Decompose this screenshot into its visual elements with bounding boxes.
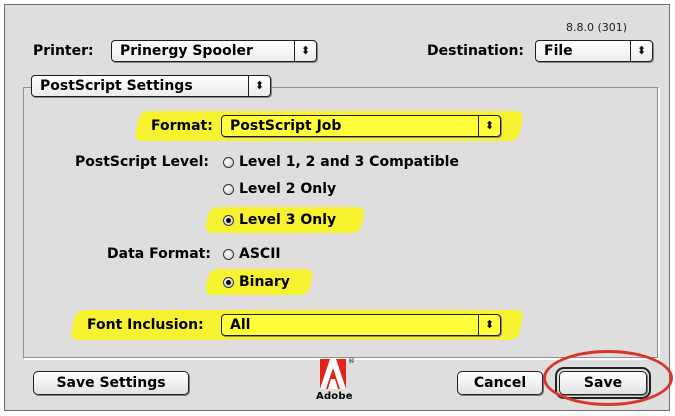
destination-popup[interactable]: File ⬍ bbox=[535, 40, 653, 62]
radio-binary[interactable]: Binary bbox=[223, 272, 290, 292]
radio-button-icon bbox=[223, 183, 234, 195]
radio-button-icon bbox=[223, 156, 234, 168]
format-label: Format: bbox=[151, 118, 213, 134]
print-dialog: 8.8.0 (301) Printer: Prinergy Spooler ⬍ … bbox=[4, 4, 670, 411]
radio-button-icon bbox=[223, 248, 234, 260]
radio-button-selected-icon bbox=[223, 276, 234, 288]
radio-level-3-label: Level 3 Only bbox=[239, 212, 337, 228]
font-inclusion-popup[interactable]: All ⬍ bbox=[221, 314, 501, 336]
popup-arrows-icon: ⬍ bbox=[248, 76, 270, 96]
data-format-label: Data Format: bbox=[107, 246, 211, 262]
destination-value: File bbox=[544, 43, 573, 59]
font-inclusion-value: All bbox=[230, 317, 251, 333]
format-value: PostScript Job bbox=[230, 118, 342, 134]
panel-popup[interactable]: PostScript Settings ⬍ bbox=[31, 75, 271, 97]
adobe-logo-icon bbox=[320, 359, 346, 389]
radio-binary-label: Binary bbox=[239, 274, 290, 290]
popup-arrows-icon: ⬍ bbox=[630, 41, 652, 61]
printer-value: Prinergy Spooler bbox=[120, 43, 253, 59]
panel-popup-value: PostScript Settings bbox=[40, 78, 193, 94]
version-label: 8.8.0 (301) bbox=[566, 21, 628, 34]
popup-arrows-icon: ⬍ bbox=[294, 41, 316, 61]
destination-label: Destination: bbox=[427, 43, 525, 59]
registered-mark: ® bbox=[348, 357, 355, 365]
printer-label: Printer: bbox=[33, 43, 94, 59]
radio-level-2-label: Level 2 Only bbox=[239, 181, 337, 197]
radio-level-3[interactable]: Level 3 Only bbox=[223, 210, 336, 230]
postscript-level-label: PostScript Level: bbox=[75, 154, 210, 170]
radio-ascii[interactable]: ASCII bbox=[223, 244, 281, 264]
radio-level-2[interactable]: Level 2 Only bbox=[223, 179, 336, 199]
adobe-wordmark: Adobe bbox=[316, 391, 353, 402]
radio-button-selected-icon bbox=[223, 214, 234, 226]
format-popup[interactable]: PostScript Job ⬍ bbox=[221, 115, 501, 137]
font-inclusion-label: Font Inclusion: bbox=[87, 317, 204, 333]
popup-arrows-icon: ⬍ bbox=[478, 315, 500, 335]
adobe-logo: ® Adobe bbox=[316, 357, 360, 409]
radio-level-123-label: Level 1, 2 and 3 Compatible bbox=[239, 154, 459, 170]
radio-level-123[interactable]: Level 1, 2 and 3 Compatible bbox=[223, 152, 459, 172]
save-annotation-circle bbox=[543, 350, 673, 406]
popup-arrows-icon: ⬍ bbox=[478, 116, 500, 136]
save-settings-button[interactable]: Save Settings bbox=[33, 371, 189, 395]
cancel-button[interactable]: Cancel bbox=[457, 371, 543, 395]
radio-ascii-label: ASCII bbox=[239, 246, 281, 262]
printer-popup[interactable]: Prinergy Spooler ⬍ bbox=[111, 40, 317, 62]
